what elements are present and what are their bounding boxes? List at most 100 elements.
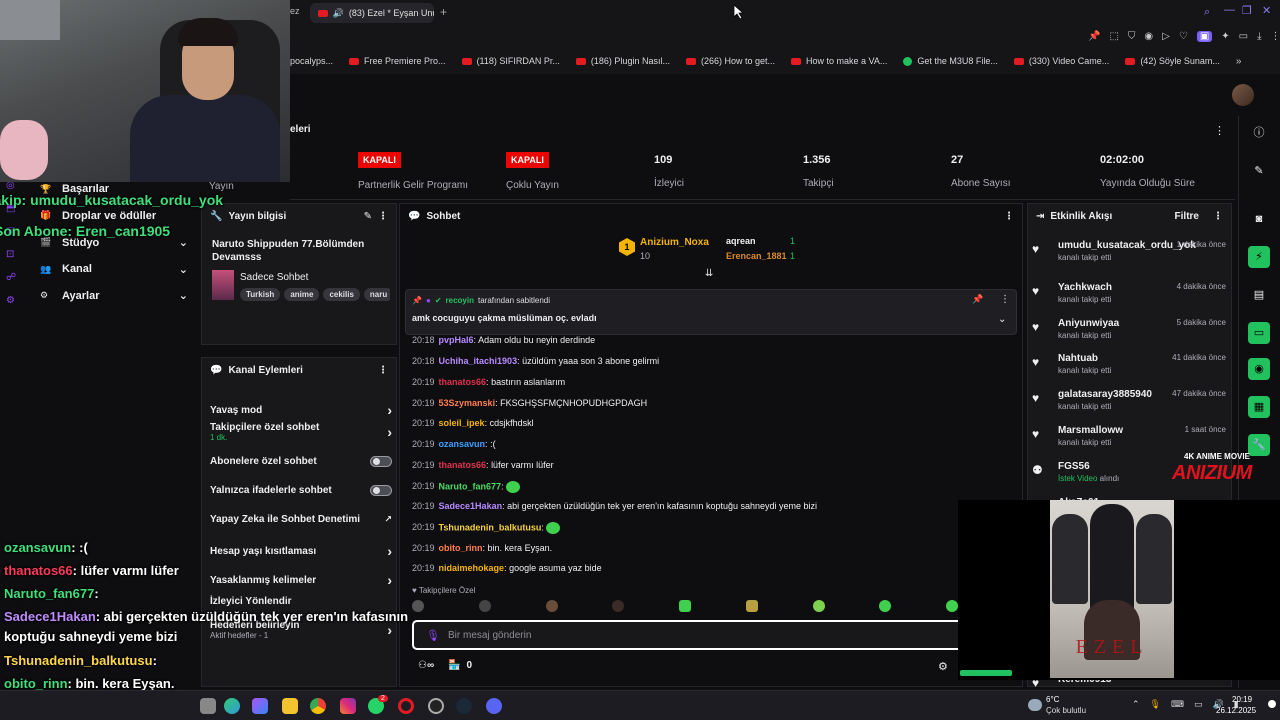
chat-input[interactable]: 🎙 Bir mesaj gönderin	[412, 620, 1016, 650]
channel-actions-menu-icon[interactable]: ⋮	[378, 365, 388, 376]
shield-icon[interactable]: ⛉	[1128, 31, 1136, 42]
left-menu-item[interactable]: 👥 Kanal ⌄	[40, 263, 188, 276]
minimize-icon[interactable]: —	[1224, 4, 1235, 16]
activity-item[interactable]: ♥ umudu_kusatacak_ordu_yok kanalı takip et…	[1032, 240, 1226, 262]
bookmark-item[interactable]: Get the M3U8 File...	[903, 56, 998, 66]
channel-action-row[interactable]: Hesap yaşı kısıtlaması ›	[210, 543, 392, 559]
chat-username[interactable]: Naruto_fan677	[439, 481, 502, 491]
opera-icon[interactable]	[398, 698, 414, 714]
chat-username[interactable]: Tshunadenin_balkutusu	[439, 522, 542, 532]
activity-toggle-icon[interactable]: ⇥	[1036, 211, 1044, 222]
channel-action-row[interactable]: İzleyici Yönlendir	[210, 596, 392, 607]
restore-icon[interactable]: ❐	[1242, 4, 1252, 17]
unpin-icon[interactable]: 📌	[972, 294, 983, 305]
bookmark-item[interactable]: (42) Söyle Sunam...	[1125, 56, 1220, 66]
copilot-icon[interactable]	[224, 698, 240, 714]
emote-9-icon[interactable]	[946, 600, 958, 612]
leader-first-name[interactable]: Anizium_Noxa	[640, 237, 709, 248]
emote-2-icon[interactable]	[478, 600, 491, 612]
settings-rail-icon[interactable]: ⚙	[6, 295, 22, 306]
chat-username[interactable]: 53Szymanski	[439, 398, 496, 408]
emote-3-icon[interactable]	[545, 600, 558, 612]
toggle-switch[interactable]	[370, 456, 392, 467]
info-icon[interactable]: ⓘ	[1248, 122, 1270, 144]
new-tab-icon[interactable]: +	[440, 5, 447, 19]
tray-keyboard-icon[interactable]: ⌨	[1171, 699, 1184, 710]
assistant-icon[interactable]	[252, 698, 268, 714]
stream-tag[interactable]: cekilis	[323, 288, 360, 301]
play-icon[interactable]: ▷	[1162, 31, 1170, 42]
ublock-icon[interactable]: ◉	[1144, 31, 1153, 42]
chat-username[interactable]: nidaimehokage	[439, 563, 505, 573]
activity-item[interactable]: ♥ Nahtuab kanalı takip etti 41 dakika önce	[1032, 353, 1226, 375]
close-icon[interactable]: ✕	[1262, 4, 1271, 17]
emote-6-icon[interactable]	[745, 600, 758, 612]
obs-icon[interactable]	[428, 698, 444, 714]
channel-action-row[interactable]: Yavaş mod ›	[210, 402, 392, 418]
chat-username[interactable]: soleil_ipek	[439, 418, 485, 428]
start-menu-icon[interactable]	[200, 698, 216, 714]
leader-second-name[interactable]: aqrean	[726, 236, 756, 246]
toggle-switch[interactable]	[370, 485, 392, 496]
bookmark-item[interactable]: Free Premiere Pro...	[349, 56, 446, 66]
channel-rail-icon[interactable]: ⊡	[6, 249, 22, 260]
stream-tag[interactable]: naru	[363, 288, 390, 301]
chat-settings-icon[interactable]: ⚙	[938, 660, 948, 673]
bookmarks-more-icon[interactable]: »	[1236, 56, 1242, 67]
file-explorer-icon[interactable]	[282, 698, 298, 714]
broadcast-icon[interactable]: ◉	[1248, 358, 1270, 380]
emote-8-icon[interactable]	[879, 600, 892, 612]
left-menu-item[interactable]: 🎁 Droplar ve ödüller	[40, 210, 188, 222]
instagram-icon[interactable]	[340, 698, 356, 714]
extension-active-icon[interactable]: ▣	[1196, 31, 1213, 42]
store-icon[interactable]: 🏪	[448, 660, 460, 671]
activity-item[interactable]: ♥ Marsmalloww kanalı takip etti 1 saat önce	[1032, 425, 1226, 447]
chat-username[interactable]: Uchiha_itachi1903	[439, 356, 518, 366]
activity-item[interactable]: ♥ Yachkwach kanalı takip etti 4 dakika önce	[1032, 282, 1226, 304]
bookmark-item[interactable]: How to make a VA...	[791, 56, 887, 66]
avatar[interactable]	[1232, 84, 1254, 106]
bookmark-item[interactable]: (186) Plugin Nasıl...	[575, 56, 670, 66]
search-icon[interactable]: ⌕	[1204, 6, 1210, 19]
chrome-icon[interactable]	[310, 698, 326, 714]
chat-username[interactable]: ozansavun	[439, 439, 486, 449]
lightning-icon[interactable]: ⚡	[1248, 246, 1270, 268]
tray-chevron-icon[interactable]: ⌃	[1132, 699, 1140, 710]
tray-mic-icon[interactable]: 🎙	[1150, 699, 1161, 710]
bookmark-item[interactable]: (330) Video Came...	[1013, 56, 1109, 66]
bulb-rail-icon[interactable]: ☍	[6, 272, 22, 283]
activity-item[interactable]: ♥ Aniyunwiyaa kanalı takip etti 5 dakika ön…	[1032, 318, 1226, 340]
discord-icon[interactable]	[486, 698, 502, 714]
download-icon[interactable]: ⤓	[1257, 31, 1261, 42]
leaderboard-collapse-icon[interactable]: ⇊	[705, 268, 713, 279]
pinned-menu-icon[interactable]: ⋮	[1000, 294, 1010, 305]
channel-action-row[interactable]: Abonelere özel sohbet	[210, 456, 392, 467]
crop-icon[interactable]: ⬚	[1109, 31, 1118, 42]
channel-action-row[interactable]: Yapay Zeka ile Sohbet Denetimi ↗	[210, 514, 392, 525]
emote-1-icon[interactable]	[412, 600, 424, 612]
pinned-expand-icon[interactable]: ⌄	[998, 314, 1006, 325]
channel-action-row[interactable]: Yalnızca ifadelerle sohbet	[210, 485, 392, 496]
stream-tag[interactable]: anime	[284, 288, 320, 301]
notification-icon[interactable]	[1268, 700, 1276, 708]
leader-third-name[interactable]: Erencan_1881	[726, 251, 787, 261]
edit-icon[interactable]: ✎	[364, 211, 372, 222]
stream-info-menu-icon[interactable]: ⋮	[378, 211, 388, 222]
tray-network-icon[interactable]: ▭	[1194, 699, 1203, 710]
chat-menu-icon[interactable]: ⋮	[1004, 211, 1014, 222]
emote-4-icon[interactable]	[612, 600, 625, 612]
pencil-icon[interactable]: ✎	[1248, 160, 1270, 182]
channel-action-row[interactable]: Takipçilere özel sohbet 1 dk. ›	[210, 422, 392, 442]
menu-icon[interactable]: ⋮	[1271, 31, 1280, 42]
viewer-link-icon[interactable]: ⚇∞	[418, 660, 434, 671]
activity-item[interactable]: ♥ galatasaray3885940 kanalı takip etti 47 d…	[1032, 389, 1226, 411]
channel-action-row[interactable]: Yasaklanmış kelimeler ›	[210, 572, 392, 588]
chat-username[interactable]: thanatos66	[439, 377, 487, 387]
chat-username[interactable]: thanatos66	[439, 460, 487, 470]
puzzle-icon[interactable]: ✦	[1221, 31, 1229, 42]
chat-username[interactable]: Sadece1Hakan	[439, 501, 503, 511]
steam-icon[interactable]	[456, 698, 472, 714]
heart-icon[interactable]: ♡	[1179, 31, 1188, 42]
left-menu-item[interactable]: ⚙ Ayarlar ⌄	[40, 289, 188, 303]
sidebar-icon[interactable]: ▭	[1239, 31, 1248, 42]
